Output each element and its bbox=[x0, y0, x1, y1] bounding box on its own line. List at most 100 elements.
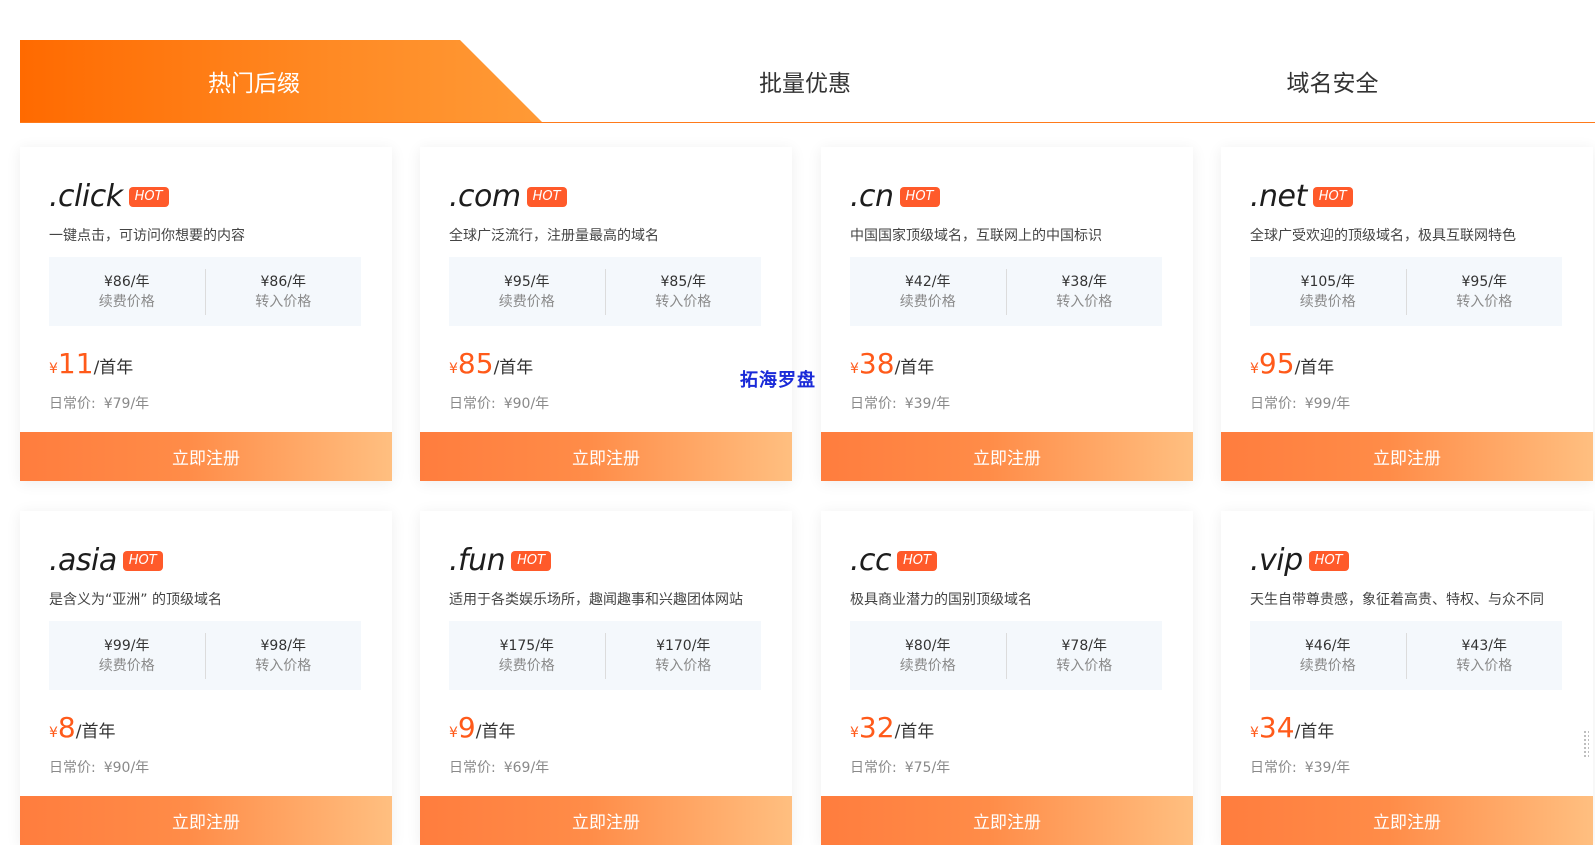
transfer-price: ¥98/年 bbox=[260, 637, 306, 654]
regular-price: 日常价: ¥79/年 bbox=[49, 393, 149, 413]
first-year-amount: 11 bbox=[57, 347, 94, 380]
renew-price-col: ¥95/年 续费价格 bbox=[449, 272, 605, 312]
domain-suffix: .cn bbox=[850, 178, 894, 214]
first-year-unit: /首年 bbox=[1294, 358, 1335, 378]
register-button[interactable]: 立即注册 bbox=[20, 432, 392, 481]
domain-suffix: .vip bbox=[1250, 542, 1303, 578]
transfer-price-col: ¥95/年 转入价格 bbox=[1407, 272, 1563, 312]
currency-symbol: ¥ bbox=[850, 725, 859, 741]
domain-name-row: .fun HOT bbox=[449, 541, 552, 579]
register-button[interactable]: 立即注册 bbox=[420, 796, 792, 845]
transfer-price-label: 转入价格 bbox=[655, 293, 712, 310]
first-year-unit: /首年 bbox=[894, 358, 935, 378]
regular-price-value: ¥90/年 bbox=[103, 760, 150, 776]
first-year-price: ¥ 9 /首年 bbox=[449, 711, 515, 744]
renew-price-label: 续费价格 bbox=[498, 657, 555, 674]
domain-name-row: .net HOT bbox=[1250, 177, 1353, 215]
transfer-price-label: 转入价格 bbox=[1056, 657, 1113, 674]
regular-price-value: ¥75/年 bbox=[904, 760, 951, 776]
first-year-amount: 95 bbox=[1258, 347, 1295, 380]
renew-price: ¥42/年 bbox=[905, 273, 951, 290]
tab-bulk-discount[interactable]: 批量优惠 bbox=[540, 40, 1070, 122]
transfer-price-col: ¥43/年 转入价格 bbox=[1407, 636, 1563, 676]
first-year-price: ¥ 95 /首年 bbox=[1250, 347, 1334, 380]
renew-price: ¥175/年 bbox=[499, 637, 554, 654]
first-year-amount: 9 bbox=[457, 711, 476, 744]
domain-card: .asia HOT 是含义为“亚洲” 的顶级域名 ¥99/年 续费价格 ¥98/… bbox=[20, 511, 392, 845]
first-year-price: ¥ 11 /首年 bbox=[49, 347, 133, 380]
renew-price: ¥99/年 bbox=[104, 637, 150, 654]
domain-card: .vip HOT 天生自带尊贵感，象征着高贵、特权、与众不同 ¥46/年 续费价… bbox=[1221, 511, 1593, 845]
renew-price: ¥105/年 bbox=[1300, 273, 1355, 290]
tab-label: 批量优惠 bbox=[759, 71, 851, 97]
transfer-price-label: 转入价格 bbox=[655, 657, 712, 674]
domain-description: 天生自带尊贵感，象征着高贵、特权、与众不同 bbox=[1250, 592, 1544, 608]
first-year-amount: 38 bbox=[858, 347, 895, 380]
register-button[interactable]: 立即注册 bbox=[1221, 796, 1593, 845]
domain-suffix: .click bbox=[49, 178, 123, 214]
domain-suffix: .com bbox=[449, 178, 521, 214]
domain-description: 全球广受欢迎的顶级域名，极具互联网特色 bbox=[1250, 228, 1516, 244]
first-year-unit: /首年 bbox=[493, 358, 534, 378]
regular-price-label: 日常价: bbox=[850, 396, 897, 412]
domain-name-row: .cn HOT bbox=[850, 177, 940, 215]
scroll-grip-icon[interactable] bbox=[1583, 730, 1589, 758]
regular-price: 日常价: ¥69/年 bbox=[449, 757, 549, 777]
price-info-box: ¥46/年 续费价格 ¥43/年 转入价格 bbox=[1250, 621, 1562, 690]
renew-price-col: ¥46/年 续费价格 bbox=[1250, 636, 1406, 676]
renew-price-label: 续费价格 bbox=[98, 657, 155, 674]
domain-description: 中国国家顶级域名，互联网上的中国标识 bbox=[850, 228, 1102, 244]
domain-name-row: .cc HOT bbox=[850, 541, 937, 579]
regular-price-value: ¥79/年 bbox=[103, 396, 150, 412]
price-info-box: ¥105/年 续费价格 ¥95/年 转入价格 bbox=[1250, 257, 1562, 326]
renew-price-col: ¥99/年 续费价格 bbox=[49, 636, 205, 676]
transfer-price: ¥95/年 bbox=[1461, 273, 1507, 290]
domain-name-row: .asia HOT bbox=[49, 541, 163, 579]
register-button[interactable]: 立即注册 bbox=[1221, 432, 1593, 481]
register-button[interactable]: 立即注册 bbox=[20, 796, 392, 845]
renew-price-label: 续费价格 bbox=[498, 293, 555, 310]
hot-badge: HOT bbox=[1308, 551, 1349, 571]
renew-price-col: ¥105/年 续费价格 bbox=[1250, 272, 1406, 312]
hot-badge: HOT bbox=[128, 187, 169, 207]
renew-price-label: 续费价格 bbox=[899, 293, 956, 310]
price-info-box: ¥175/年 续费价格 ¥170/年 转入价格 bbox=[449, 621, 761, 690]
renew-price-col: ¥80/年 续费价格 bbox=[850, 636, 1006, 676]
domain-suffix: .asia bbox=[49, 542, 117, 578]
first-year-price: ¥ 85 /首年 bbox=[449, 347, 533, 380]
transfer-price: ¥78/年 bbox=[1061, 637, 1107, 654]
transfer-price-col: ¥170/年 转入价格 bbox=[606, 636, 762, 676]
regular-price-label: 日常价: bbox=[1250, 396, 1297, 412]
regular-price-value: ¥99/年 bbox=[1304, 396, 1351, 412]
renew-price: ¥80/年 bbox=[905, 637, 951, 654]
regular-price-value: ¥90/年 bbox=[503, 396, 550, 412]
register-button[interactable]: 立即注册 bbox=[420, 432, 792, 481]
first-year-unit: /首年 bbox=[475, 722, 516, 742]
renew-price-col: ¥42/年 续费价格 bbox=[850, 272, 1006, 312]
price-info-box: ¥42/年 续费价格 ¥38/年 转入价格 bbox=[850, 257, 1162, 326]
first-year-price: ¥ 8 /首年 bbox=[49, 711, 115, 744]
regular-price-label: 日常价: bbox=[49, 396, 96, 412]
domain-name-row: .vip HOT bbox=[1250, 541, 1349, 579]
hot-badge: HOT bbox=[122, 551, 163, 571]
register-button[interactable]: 立即注册 bbox=[821, 796, 1193, 845]
price-info-box: ¥86/年 续费价格 ¥86/年 转入价格 bbox=[49, 257, 361, 326]
transfer-price-label: 转入价格 bbox=[1056, 293, 1113, 310]
regular-price-label: 日常价: bbox=[850, 760, 897, 776]
currency-symbol: ¥ bbox=[850, 361, 859, 377]
domain-card: .cc HOT 极具商业潜力的国别顶级域名 ¥80/年 续费价格 ¥78/年 转… bbox=[821, 511, 1193, 845]
renew-price-col: ¥175/年 续费价格 bbox=[449, 636, 605, 676]
register-button[interactable]: 立即注册 bbox=[821, 432, 1193, 481]
hot-badge: HOT bbox=[1312, 187, 1353, 207]
tab-domain-security[interactable]: 域名安全 bbox=[1070, 40, 1595, 122]
renew-price-label: 续费价格 bbox=[98, 293, 155, 310]
tab-popular-suffixes[interactable]: 热门后缀 bbox=[20, 40, 542, 122]
regular-price: 日常价: ¥99/年 bbox=[1250, 393, 1350, 413]
currency-symbol: ¥ bbox=[1250, 361, 1259, 377]
hot-badge: HOT bbox=[897, 551, 937, 571]
transfer-price-col: ¥38/年 转入价格 bbox=[1007, 272, 1163, 312]
renew-price-col: ¥86/年 续费价格 bbox=[49, 272, 205, 312]
domain-description: 全球广泛流行，注册量最高的域名 bbox=[449, 228, 659, 244]
watermark-logo: 拓海罗盘 bbox=[740, 370, 816, 391]
renew-price-label: 续费价格 bbox=[899, 657, 956, 674]
